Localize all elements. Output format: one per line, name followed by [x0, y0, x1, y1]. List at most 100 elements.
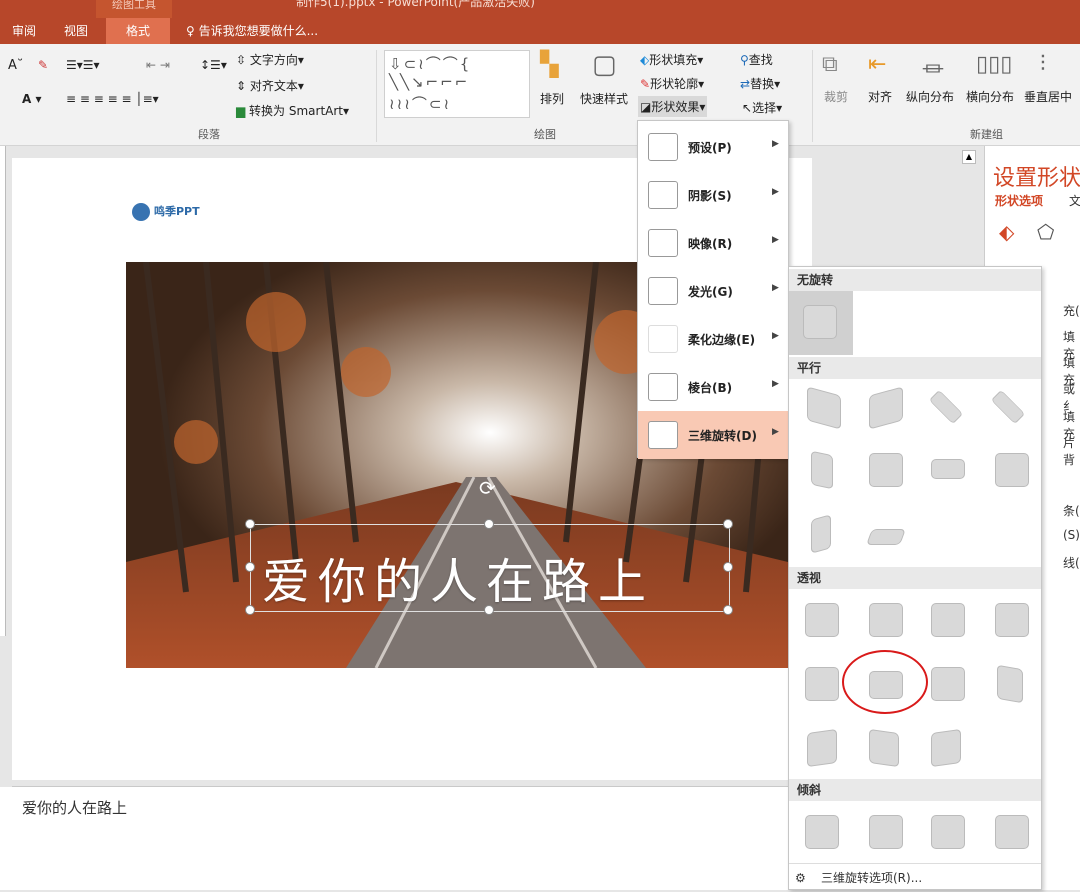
tab-view[interactable]: 视图 — [54, 18, 98, 44]
rotation-swatch[interactable] — [869, 386, 903, 430]
thumbnail-pane-edge[interactable] — [0, 146, 6, 636]
menu-item-glow[interactable]: 发光(G) ▶ — [638, 267, 788, 315]
3d-rotation-options-link[interactable]: ⚙ 三维旋转选项(R)... — [789, 863, 1041, 891]
rotation-swatch[interactable] — [928, 389, 964, 425]
rotation-swatch-none[interactable] — [803, 305, 837, 339]
align-text-label: 对齐文本 — [249, 79, 298, 93]
align-icons[interactable]: ≡ ≡ ≡ ≡ ≡ │≡▾ — [66, 92, 159, 106]
distribute-horizontal-icon[interactable]: ▯▯▯ — [976, 52, 1012, 77]
rotation-swatch[interactable] — [931, 603, 965, 637]
slide-title[interactable]: 爱你的人在路上 — [262, 542, 654, 612]
lightbulb-icon: ♀ — [186, 24, 199, 38]
align-icon[interactable]: ⇤ — [868, 52, 886, 77]
rotation-swatch[interactable] — [811, 514, 831, 554]
rotation-swatch[interactable] — [805, 815, 839, 849]
crop-icon[interactable]: ⧉ — [822, 52, 838, 77]
align-text-button[interactable]: ⇕ 对齐文本▾ — [236, 77, 304, 94]
rotation-swatch[interactable] — [995, 453, 1029, 487]
rotation-swatch[interactable] — [807, 728, 837, 768]
rotation-swatch[interactable] — [805, 667, 839, 701]
font-grow-icon[interactable]: A˘ — [8, 58, 23, 73]
rotation-swatch[interactable] — [931, 815, 965, 849]
scroll-up-button[interactable]: ▲ — [962, 150, 976, 164]
highlight-circle — [842, 650, 928, 714]
clear-format-icon[interactable]: ✎ — [38, 58, 48, 72]
tab-review[interactable]: 审阅 — [0, 18, 48, 44]
resize-handle[interactable] — [723, 519, 733, 529]
menu-item-reflection[interactable]: 映像(R) ▶ — [638, 219, 788, 267]
fill-line-icon[interactable]: ⬖ — [999, 220, 1014, 244]
tell-me-box[interactable]: ♀ 告诉我您想要做什么... — [186, 18, 318, 44]
quick-styles-button[interactable]: 快速样式 — [580, 90, 628, 107]
resize-handle[interactable] — [245, 562, 255, 572]
smartart-button[interactable]: ▆ 转换为 SmartArt▾ — [236, 102, 349, 119]
menu-item-3d-rotation[interactable]: 三维旋转(D) ▶ — [638, 411, 788, 459]
notes-pane[interactable]: 爱你的人在路上 — [0, 787, 790, 890]
chevron-right-icon: ▶ — [772, 379, 779, 389]
rotate-handle-icon[interactable]: ⟳ — [479, 476, 496, 500]
text-direction-button[interactable]: ⇳ 文字方向▾ — [236, 51, 304, 68]
rotation-swatch[interactable] — [869, 603, 903, 637]
rotation-swatch[interactable] — [931, 667, 965, 701]
resize-handle[interactable] — [245, 605, 255, 615]
distribute-vertical-icon[interactable]: ⏛ — [922, 52, 944, 84]
smartart-label: 转换为 SmartArt — [249, 104, 344, 118]
rotation-swatch[interactable] — [869, 453, 903, 487]
menu-item-soft-edges[interactable]: 柔化边缘(E) ▶ — [638, 315, 788, 363]
shape-fill-button[interactable]: ⬖形状填充▾ — [640, 51, 703, 68]
paint-bucket-icon: ⬖ — [640, 53, 650, 67]
tab-shape-options[interactable]: 形状选项 — [995, 192, 1043, 209]
quick-styles-icon[interactable]: ▢ — [592, 50, 617, 80]
rotation-swatch[interactable] — [869, 728, 899, 768]
notes-text[interactable]: 爱你的人在路上 — [22, 797, 127, 818]
select-button[interactable]: ↖选择▾ — [742, 99, 782, 116]
center-vertical-icon[interactable]: ⫶ — [1040, 52, 1046, 77]
chevron-right-icon: ▶ — [772, 139, 779, 149]
shape-effects-button[interactable]: ◪形状效果▾ — [638, 96, 708, 117]
resize-handle[interactable] — [723, 562, 733, 572]
shape-outline-button[interactable]: ✎形状轮廓▾ — [640, 75, 704, 92]
font-color-button[interactable]: A ▾ — [22, 92, 42, 106]
menu-item-label: 发光(G) — [688, 285, 733, 299]
replace-button[interactable]: ⇄替换▾ — [740, 75, 780, 92]
crop-button[interactable]: 裁剪 — [824, 88, 848, 105]
align-button[interactable]: 对齐 — [868, 88, 892, 105]
arrange-icon[interactable]: ▚ — [540, 50, 558, 78]
effects-pentagon-icon[interactable]: ⬠ — [1037, 220, 1054, 244]
tab-text-options[interactable]: 文 — [1069, 192, 1080, 209]
rotation-swatch[interactable] — [807, 386, 841, 430]
resize-handle[interactable] — [484, 519, 494, 529]
distribute-vertical-button[interactable]: 纵向分布 — [906, 88, 954, 105]
resize-handle[interactable] — [723, 605, 733, 615]
menu-item-preset[interactable]: 预设(P) ▶ — [638, 123, 788, 171]
replace-label: 替换 — [750, 77, 775, 91]
rotation-swatch[interactable] — [931, 459, 965, 479]
distribute-horizontal-button[interactable]: 横向分布 — [966, 88, 1014, 105]
resize-handle[interactable] — [245, 519, 255, 529]
rotation-swatch[interactable] — [811, 450, 833, 490]
tab-format[interactable]: 格式 — [106, 18, 170, 44]
center-vertical-button[interactable]: 垂直居中 — [1024, 88, 1072, 105]
rotation-swatch[interactable] — [995, 815, 1029, 849]
menu-item-shadow[interactable]: 阴影(S) ▶ — [638, 171, 788, 219]
rotation-swatch[interactable] — [990, 389, 1026, 425]
slide-logo[interactable]: 鸣季PPT — [132, 203, 200, 221]
bullets-icon[interactable]: ☰▾☰▾ — [66, 58, 100, 72]
rotation-swatch[interactable] — [869, 815, 903, 849]
rotation-swatch[interactable] — [805, 603, 839, 637]
line-spacing-icon[interactable]: ↕☰▾ — [200, 58, 227, 72]
pane-fragment: 条( — [1063, 504, 1080, 518]
rotation-swatch[interactable] — [995, 603, 1029, 637]
shape-effects-menu: 预设(P) ▶ 阴影(S) ▶ 映像(R) ▶ 发光(G) ▶ 柔化边缘(E) ▶ 棱台(… — [637, 120, 789, 459]
ribbon-tab-bar: 审阅 视图 格式 ♀ 告诉我您想要做什么... — [0, 18, 1080, 44]
rotation-swatch[interactable] — [931, 728, 961, 768]
rotation-swatch[interactable] — [997, 664, 1023, 704]
text-direction-icon: ⇳ — [236, 53, 250, 67]
chevron-right-icon: ▶ — [772, 283, 779, 293]
rotation-swatch[interactable] — [866, 529, 906, 545]
arrange-button[interactable]: 排列 — [540, 90, 564, 107]
shapes-gallery[interactable]: ⇩⊂≀⌒⌒{ ╲╲↘⌐⌐⌐ ≀≀≀⌒⊂≀ — [384, 50, 530, 118]
indent-icon[interactable]: ⇤ ⇥ — [146, 58, 170, 72]
find-button[interactable]: ⚲查找 — [740, 51, 773, 68]
menu-item-bevel[interactable]: 棱台(B) ▶ — [638, 363, 788, 411]
